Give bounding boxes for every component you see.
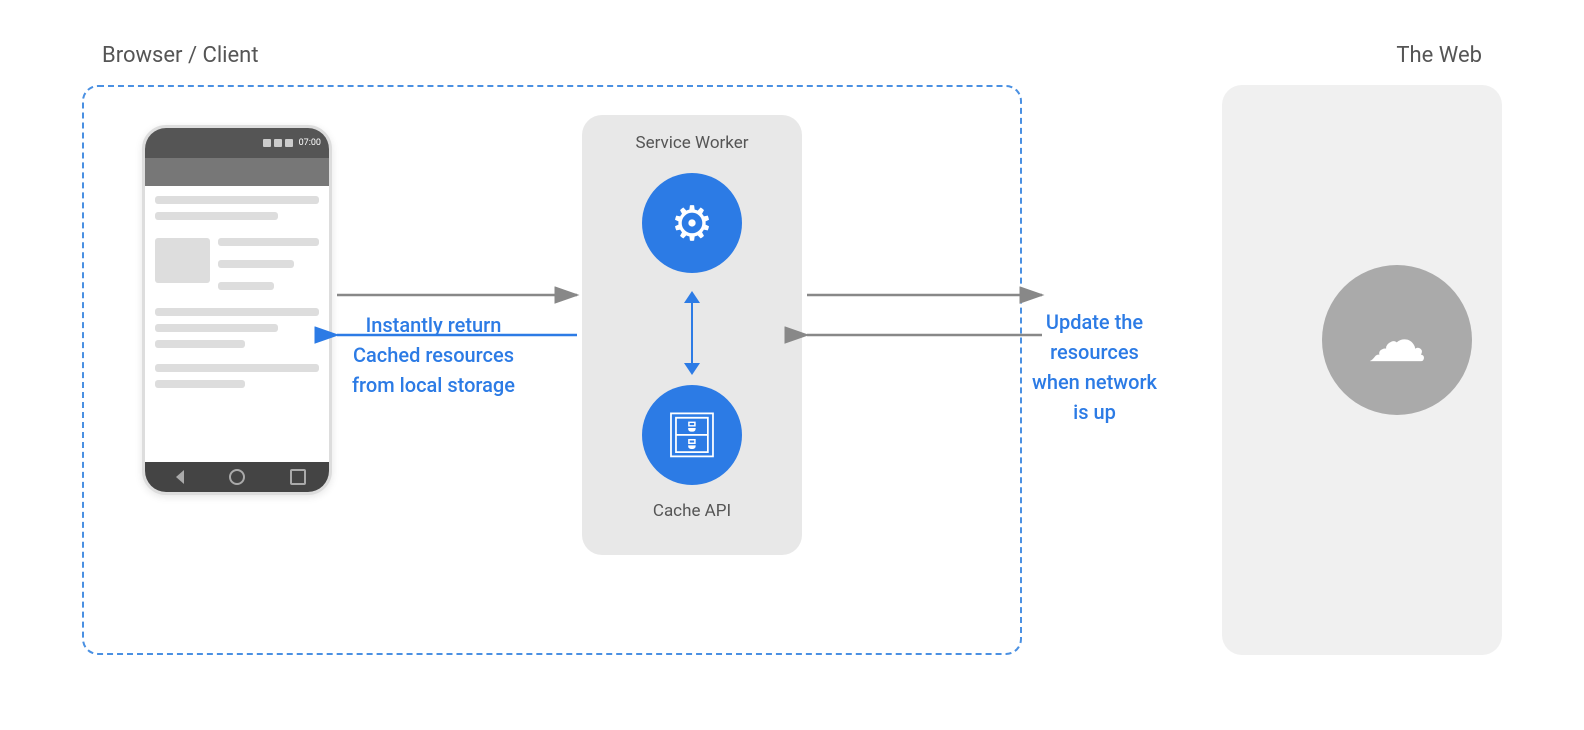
service-worker-box: Service Worker ⚙ 🗄 Cache API <box>582 115 802 555</box>
phone-time: 07:00 <box>299 138 321 148</box>
cloud-circle: ☁ <box>1322 265 1472 415</box>
wifi-icon <box>263 139 271 147</box>
content-line-1 <box>155 196 319 204</box>
back-btn <box>168 470 184 484</box>
signal-icon <box>274 139 282 147</box>
phone-mockup: 07:00 <box>142 125 332 495</box>
update-the-line: Update the <box>1046 310 1143 334</box>
arrow-head-down <box>684 363 700 375</box>
recents-btn <box>290 469 306 485</box>
browser-client-label: Browser / Client <box>102 43 259 68</box>
database-icon: 🗄 <box>664 409 720 461</box>
content-line-6 <box>155 364 319 372</box>
vertical-arrow <box>684 291 700 375</box>
instantly-return-line: Instantly return <box>366 313 502 337</box>
phone-toolbar <box>145 158 329 186</box>
home-btn <box>229 469 245 485</box>
service-worker-label: Service Worker <box>635 133 748 153</box>
content-image <box>155 238 210 283</box>
is-up-line: is up <box>1073 400 1116 424</box>
gear-circle: ⚙ <box>642 173 742 273</box>
resources-line: resources <box>1050 340 1139 364</box>
content-block-1 <box>155 238 319 298</box>
phone-nav <box>145 462 329 492</box>
phone-content <box>145 186 329 406</box>
cache-api-label: Cache API <box>653 501 731 521</box>
the-web-label: The Web <box>1396 43 1482 68</box>
update-text: Update the resources when network is up <box>1032 307 1157 427</box>
block-line-3 <box>218 282 274 290</box>
gear-icon: ⚙ <box>670 195 713 252</box>
db-circle: 🗄 <box>642 385 742 485</box>
content-line-4 <box>155 324 278 332</box>
phone-status-icons <box>263 139 293 147</box>
from-local-storage-line: from local storage <box>352 373 515 397</box>
cloud-icon: ☁ <box>1367 305 1427 376</box>
content-line-3 <box>155 308 319 316</box>
block-line-1 <box>218 238 319 246</box>
instantly-return-text: Instantly return Cached resources from l… <box>352 310 515 400</box>
content-line-5 <box>155 340 245 348</box>
arrow-line <box>691 303 694 363</box>
arrow-head-up <box>684 291 700 303</box>
when-network-line: when network <box>1032 370 1157 394</box>
diagram: Browser / Client The Web 07:00 <box>42 25 1542 705</box>
battery-icon <box>285 139 293 147</box>
content-lines <box>218 238 319 298</box>
cached-resources-line: Cached resources <box>353 343 514 367</box>
phone-statusbar: 07:00 <box>145 128 329 158</box>
content-line-7 <box>155 380 245 388</box>
content-line-2 <box>155 212 278 220</box>
block-line-2 <box>218 260 294 268</box>
